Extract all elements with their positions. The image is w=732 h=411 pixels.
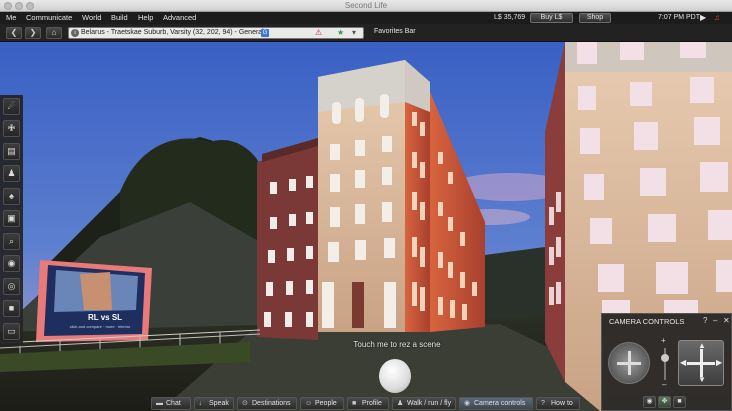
- chat-button[interactable]: ▬ Chat: [151, 397, 191, 410]
- object-view-button[interactable]: ■: [673, 396, 686, 408]
- pick-icon[interactable]: ✙: [3, 120, 20, 137]
- zoom-knob[interactable]: [661, 353, 669, 362]
- speak-label: Speak: [209, 400, 229, 407]
- location-input[interactable]: i Belarus - Traetskae Suburb, Varsity (3…: [68, 27, 364, 39]
- navigation-bar: ❮ ❯ ⌂ i Belarus - Traetskae Suburb, Vars…: [0, 24, 732, 42]
- map-icon[interactable]: ▤: [3, 143, 20, 160]
- forward-button[interactable]: ❯: [25, 27, 41, 39]
- volume-icon[interactable]: ♫: [714, 13, 720, 22]
- zoom-out-button[interactable]: –: [662, 380, 666, 389]
- search-icon[interactable]: ⌕: [3, 233, 20, 250]
- orbit-crosshair-v: [628, 351, 631, 375]
- chat-label: Chat: [166, 400, 181, 407]
- pan-crosshair-v: [700, 349, 703, 377]
- profile-icon: ■: [352, 400, 357, 407]
- billboard-subtitle: click and compare · more · interior: [69, 324, 131, 329]
- camera-orbit-control[interactable]: [608, 342, 650, 384]
- speak-button[interactable]: ♩ Speak: [194, 397, 234, 410]
- eye-icon: ◉: [464, 400, 471, 407]
- pan-mode-button[interactable]: ✥: [658, 396, 671, 408]
- help-button[interactable]: ?: [703, 316, 707, 325]
- how-to-label: How to: [551, 400, 573, 407]
- shop-button[interactable]: Shop: [579, 13, 611, 23]
- people-icon[interactable]: ♟: [3, 165, 20, 182]
- radar-icon[interactable]: ◎: [3, 278, 20, 295]
- destinations-button[interactable]: ⊙ Destinations: [237, 397, 297, 410]
- window-title: Second Life: [344, 1, 388, 10]
- camera-pan-control[interactable]: ▲ ▼ ◀ ▶: [678, 340, 724, 386]
- rez-hint-text: Touch me to rez a scene: [353, 340, 441, 349]
- pan-left-arrow-icon: ◀: [680, 358, 687, 367]
- walk-icon: ♟: [397, 400, 404, 407]
- pin-icon: ⊙: [242, 400, 248, 407]
- camera-controls-button[interactable]: ◉ Camera controls: [459, 397, 533, 410]
- gestures-icon[interactable]: ☄: [3, 98, 20, 115]
- clock: 7:07 PM PDT: [658, 14, 701, 21]
- profile-button[interactable]: ■ Profile: [347, 397, 389, 410]
- chat-history-icon[interactable]: ▭: [3, 323, 20, 340]
- how-to-button[interactable]: ? How to: [536, 397, 580, 410]
- camera-preset-button[interactable]: ◉: [643, 396, 656, 408]
- menu-world[interactable]: World: [82, 13, 101, 22]
- places-icon[interactable]: ◉: [3, 255, 20, 272]
- menu-advanced[interactable]: Advanced: [163, 13, 196, 22]
- people-label: People: [315, 400, 337, 407]
- buy-currency-button[interactable]: Buy L$: [530, 13, 573, 23]
- no-damage-icon: ⚠: [315, 28, 323, 37]
- zoom-in-button[interactable]: +: [661, 336, 666, 345]
- billboard-title: RL vs SL: [87, 313, 123, 322]
- menu-communicate[interactable]: Communicate: [26, 13, 72, 22]
- home-button[interactable]: ⌂: [46, 27, 62, 39]
- menu-build[interactable]: Build: [111, 13, 128, 22]
- back-button[interactable]: ❮: [6, 27, 22, 39]
- play-icon[interactable]: ▶: [700, 13, 706, 22]
- walk-run-fly-label: Walk / run / fly: [407, 400, 452, 407]
- balance[interactable]: L$ 35,769: [494, 14, 525, 21]
- menu-help[interactable]: Help: [138, 13, 153, 22]
- people-icon: ☺: [305, 400, 313, 407]
- destinations-label: Destinations: [252, 400, 291, 407]
- maturity-badge: G: [261, 29, 269, 37]
- minimize-button[interactable]: –: [713, 316, 717, 325]
- rez-sphere[interactable]: [379, 359, 411, 393]
- favorites-bar: Favorites Bar: [374, 28, 416, 35]
- favorite-star-icon[interactable]: ★: [337, 28, 344, 38]
- inventory-icon[interactable]: ▣: [3, 210, 20, 227]
- left-toolbar: ☄ ✙ ▤ ♟ ♠ ▣ ⌕ ◉ ◎ ■ ▭: [0, 95, 23, 346]
- pan-up-arrow-icon: ▲: [698, 341, 706, 350]
- pan-right-arrow-icon: ▶: [716, 358, 723, 367]
- bottom-toolbar: ▬ Chat ♩ Speak ⊙ Destinations ☺ People ■ Prof…: [0, 396, 598, 411]
- camera-controls-title: CAMERA CONTROLS: [609, 317, 685, 326]
- dropdown-chevron-icon[interactable]: ▾: [352, 28, 356, 38]
- snapshot-icon[interactable]: ■: [3, 300, 20, 317]
- walk-run-fly-button[interactable]: ♟ Walk / run / fly: [392, 397, 456, 410]
- microphone-icon: ♩: [199, 400, 206, 407]
- chat-icon: ▬: [156, 400, 163, 407]
- profile-label: Profile: [362, 400, 382, 407]
- camera-controls-label: Camera controls: [474, 400, 526, 407]
- info-icon[interactable]: i: [71, 29, 79, 37]
- pan-down-arrow-icon: ▼: [698, 375, 706, 384]
- help-icon: ?: [541, 400, 545, 407]
- camera-zoom-slider[interactable]: + –: [658, 336, 672, 390]
- menu-bar: Me Communicate World Build Help Advanced…: [0, 12, 732, 24]
- location-text: Belarus - Traetskae Suburb, Varsity (32,…: [81, 29, 264, 36]
- people-button[interactable]: ☺ People: [300, 397, 344, 410]
- zoom-track: [664, 348, 666, 380]
- camera-controls-panel: CAMERA CONTROLS ? – ✕ + – ▲ ▼ ◀ ▶ ◉ ✥ ■: [601, 313, 732, 411]
- menu-me[interactable]: Me: [6, 13, 16, 22]
- close-button[interactable]: ✕: [723, 316, 730, 325]
- window-title-bar: Second Life: [0, 0, 732, 12]
- appearance-icon[interactable]: ♠: [3, 188, 20, 205]
